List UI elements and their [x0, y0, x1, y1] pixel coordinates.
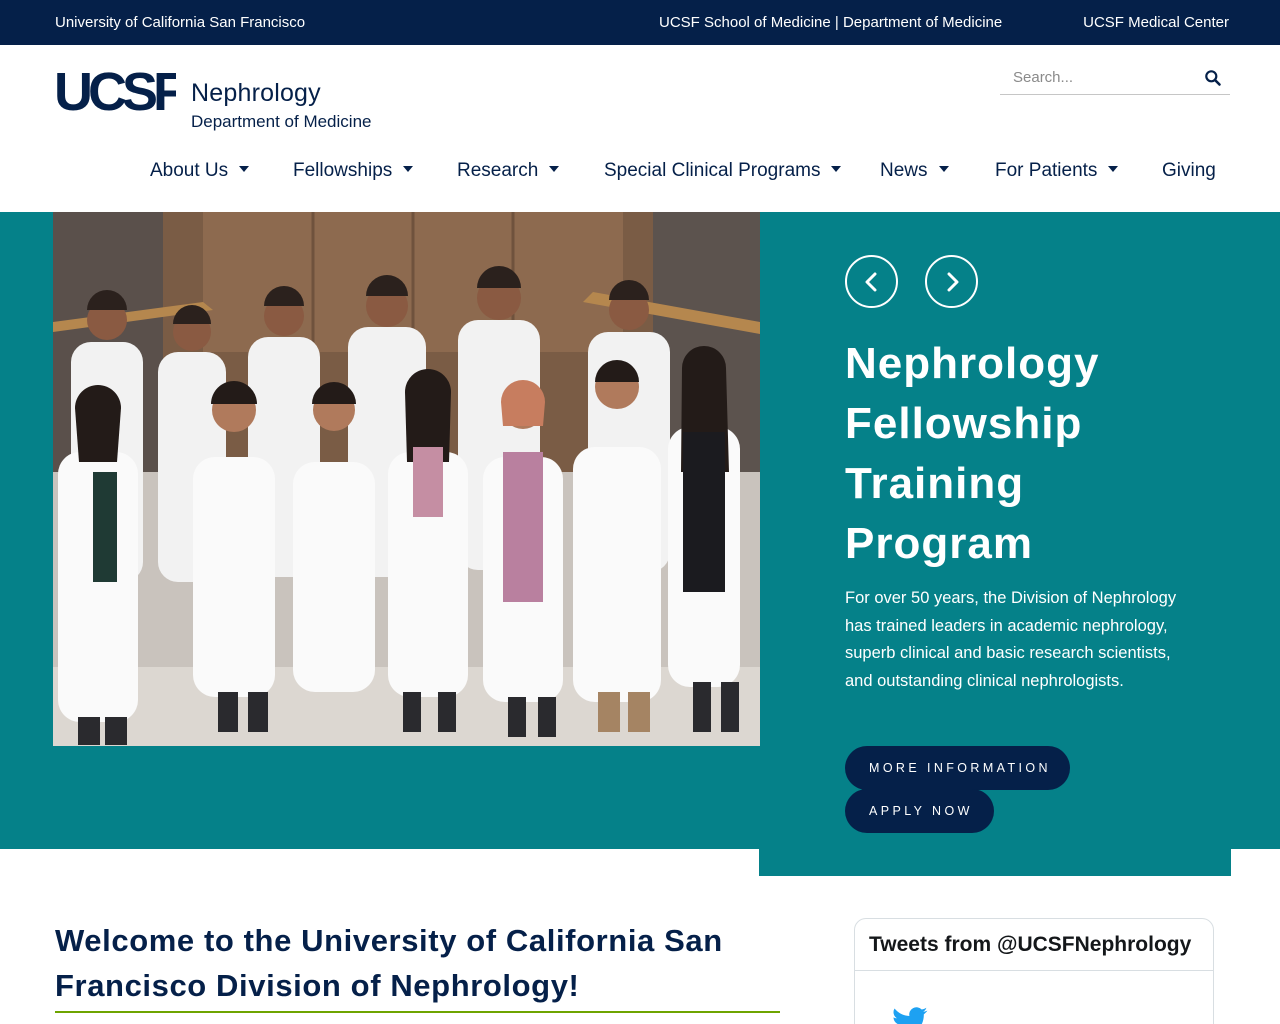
nav-label: Fellowships: [293, 160, 393, 181]
ucsf-logo-mark: UCSF: [54, 66, 176, 122]
caret-down-icon: [1108, 166, 1119, 172]
nav-news[interactable]: News: [880, 160, 949, 182]
nav-special-clinical-programs[interactable]: Special Clinical Programs: [604, 160, 842, 182]
nav-fellowships[interactable]: Fellowships: [293, 160, 414, 182]
heading-divider: [55, 1011, 780, 1013]
school-of-medicine-link[interactable]: UCSF School of Medicine | Department of …: [659, 14, 1002, 31]
nav-for-patients[interactable]: For Patients: [995, 160, 1119, 182]
ucsf-link[interactable]: University of California San Francisco: [55, 14, 305, 31]
nav-giving[interactable]: Giving: [1162, 160, 1216, 182]
main-navigation: About Us Fellowships Research Special Cl…: [0, 150, 1280, 194]
nav-label: About Us: [150, 160, 229, 181]
chevron-right-icon: [947, 272, 959, 292]
search-box: [1000, 60, 1230, 95]
carousel-next-button[interactable]: [925, 255, 978, 308]
nav-label: News: [880, 160, 928, 181]
fellows-group-photo: [53, 212, 760, 746]
site-name: Nephrology: [191, 79, 321, 107]
carousel-prev-button[interactable]: [845, 255, 898, 308]
search-input[interactable]: [1000, 60, 1195, 94]
nav-label: Special Clinical Programs: [604, 160, 821, 181]
chevron-left-icon: [865, 272, 877, 292]
photo-illustration: [53, 212, 760, 746]
nav-research[interactable]: Research: [457, 160, 560, 182]
caret-down-icon: [403, 166, 414, 172]
twitter-bird-icon: [893, 1007, 928, 1024]
twitter-widget-header: Tweets from @UCSFNephrology: [855, 919, 1213, 971]
nav-label: Research: [457, 160, 539, 181]
search-icon[interactable]: [1204, 69, 1222, 87]
nav-about-us[interactable]: About Us: [150, 160, 250, 182]
department-name: Department of Medicine: [191, 112, 372, 131]
caret-down-icon: [239, 166, 250, 172]
nav-label: For Patients: [995, 160, 1098, 181]
site-logo[interactable]: UCSF Nephrology Department of Medicine: [54, 66, 384, 132]
nav-label: Giving: [1162, 160, 1216, 181]
hero-title: Nephrology Fellowship Training Program: [845, 339, 1100, 568]
utility-bar: University of California San Francisco U…: [0, 0, 1280, 45]
caret-down-icon: [938, 166, 949, 172]
apply-now-button[interactable]: APPLY NOW: [845, 789, 994, 833]
welcome-heading: Welcome to the University of California …: [55, 923, 723, 1003]
caret-down-icon: [831, 166, 842, 172]
hero-extension: [759, 849, 1231, 876]
hero-description: For over 50 years, the Division of Nephr…: [845, 589, 1177, 690]
medical-center-link[interactable]: UCSF Medical Center: [1083, 14, 1229, 31]
caret-down-icon: [549, 166, 560, 172]
logo-mark-text: UCSF: [54, 66, 176, 122]
twitter-widget-title[interactable]: Tweets from @UCSFNephrology: [869, 933, 1191, 957]
twitter-widget: Tweets from @UCSFNephrology: [854, 918, 1214, 1024]
more-information-button[interactable]: MORE INFORMATION: [845, 746, 1070, 790]
